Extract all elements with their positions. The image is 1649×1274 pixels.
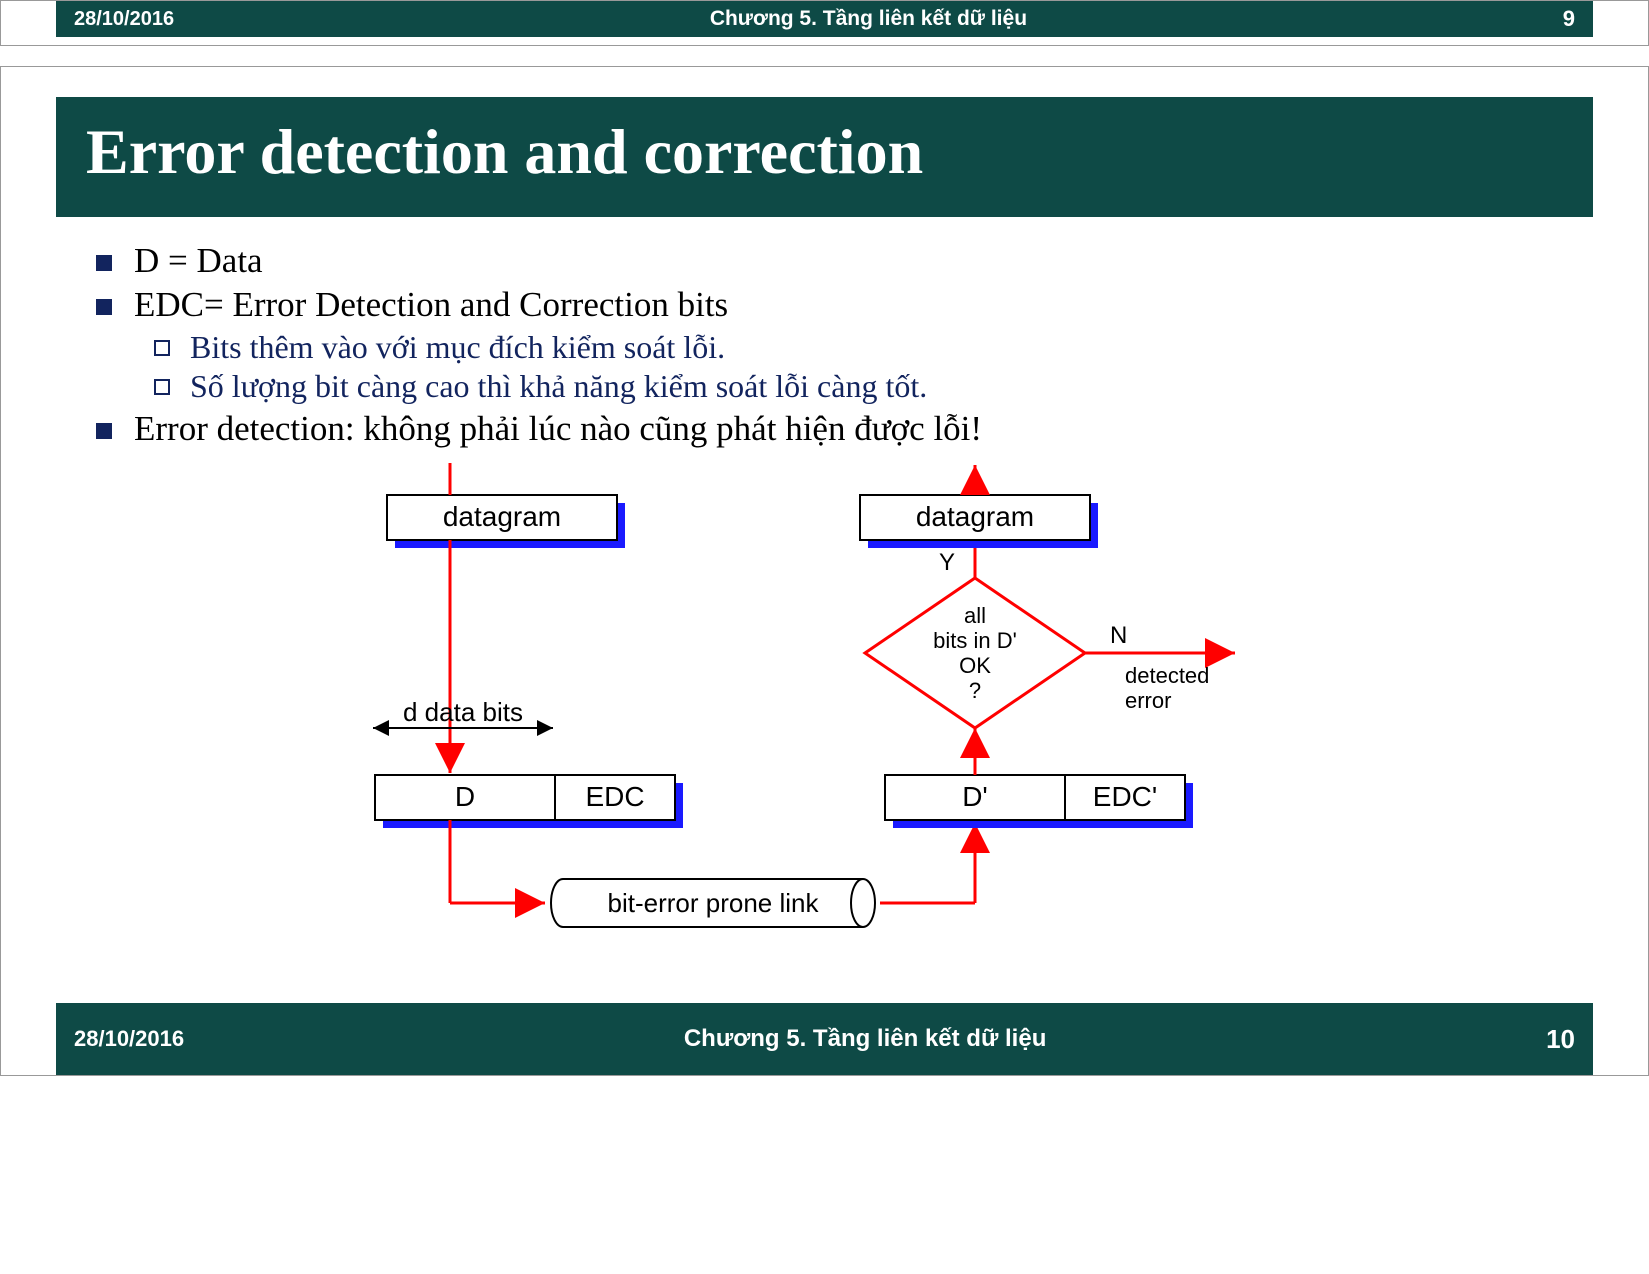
bullet-text: Bits thêm vào với mục đích kiểm soát lỗi… bbox=[190, 329, 725, 366]
check-line3: OK bbox=[959, 653, 991, 678]
slide: Error detection and correction D = Data … bbox=[56, 97, 1593, 1075]
error-detection-diagram-svg: datagram d data bits D EDC bbox=[335, 463, 1315, 983]
slide-footer: 28/10/2016 Chương 5. Tầng liên kết dữ li… bbox=[56, 1003, 1593, 1075]
footer-chapter: Chương 5. Tầng liên kết dữ liệu bbox=[684, 1025, 1047, 1053]
d-box-label: D bbox=[454, 781, 474, 812]
n-label: N bbox=[1110, 622, 1127, 649]
edc-prime-box-label: EDC' bbox=[1092, 781, 1156, 812]
bullet-level2: Số lượng bit càng cao thì khả năng kiểm … bbox=[154, 368, 1553, 405]
error-label: error bbox=[1125, 688, 1171, 713]
bullet-text: EDC= Error Detection and Correction bits bbox=[134, 285, 728, 325]
slide-body: D = Data EDC= Error Detection and Correc… bbox=[56, 217, 1593, 1003]
datagram-left-label: datagram bbox=[442, 501, 560, 532]
footer-page-number: 10 bbox=[1546, 1024, 1575, 1055]
outline-square-bullet-icon bbox=[154, 340, 170, 356]
y-label: Y bbox=[938, 549, 954, 576]
footer-date: 28/10/2016 bbox=[74, 1026, 184, 1052]
previous-slide-footer-container: 28/10/2016 Chương 5. Tầng liên kết dữ li… bbox=[0, 0, 1649, 46]
datagram-right-label: datagram bbox=[915, 501, 1033, 532]
bullet-level1: Error detection: không phải lúc nào cũng… bbox=[96, 409, 1553, 449]
bullet-level1: D = Data bbox=[96, 241, 1553, 281]
slide-title: Error detection and correction bbox=[86, 115, 1563, 189]
bit-error-link-label: bit-error prone link bbox=[607, 888, 819, 918]
detected-label: detected bbox=[1125, 663, 1209, 688]
previous-slide-footer: 28/10/2016 Chương 5. Tầng liên kết dữ li… bbox=[56, 1, 1593, 37]
bullet-text: Error detection: không phải lúc nào cũng… bbox=[134, 409, 982, 449]
square-bullet-icon bbox=[96, 423, 112, 439]
outline-square-bullet-icon bbox=[154, 379, 170, 395]
d-prime-box-label: D' bbox=[962, 781, 988, 812]
edc-box-label: EDC bbox=[585, 781, 644, 812]
square-bullet-icon bbox=[96, 255, 112, 271]
check-line1: all bbox=[963, 603, 985, 628]
check-line2: bits in D' bbox=[933, 628, 1017, 653]
bullet-level2: Bits thêm vào với mục đích kiểm soát lỗi… bbox=[154, 329, 1553, 366]
diagram: datagram d data bits D EDC bbox=[96, 453, 1553, 993]
check-line4: ? bbox=[968, 678, 980, 703]
slide-header: Error detection and correction bbox=[56, 97, 1593, 217]
bullet-text: Số lượng bit càng cao thì khả năng kiểm … bbox=[190, 368, 927, 405]
square-bullet-icon bbox=[96, 299, 112, 315]
d-data-bits-label: d data bits bbox=[403, 697, 523, 727]
footer-chapter: Chương 5. Tầng liên kết dữ liệu bbox=[710, 7, 1027, 31]
bullet-text: D = Data bbox=[134, 241, 263, 281]
footer-page-number: 9 bbox=[1563, 6, 1575, 32]
footer-date: 28/10/2016 bbox=[74, 8, 174, 31]
bullet-level1: EDC= Error Detection and Correction bits bbox=[96, 285, 1553, 325]
slide-container: Error detection and correction D = Data … bbox=[0, 66, 1649, 1076]
